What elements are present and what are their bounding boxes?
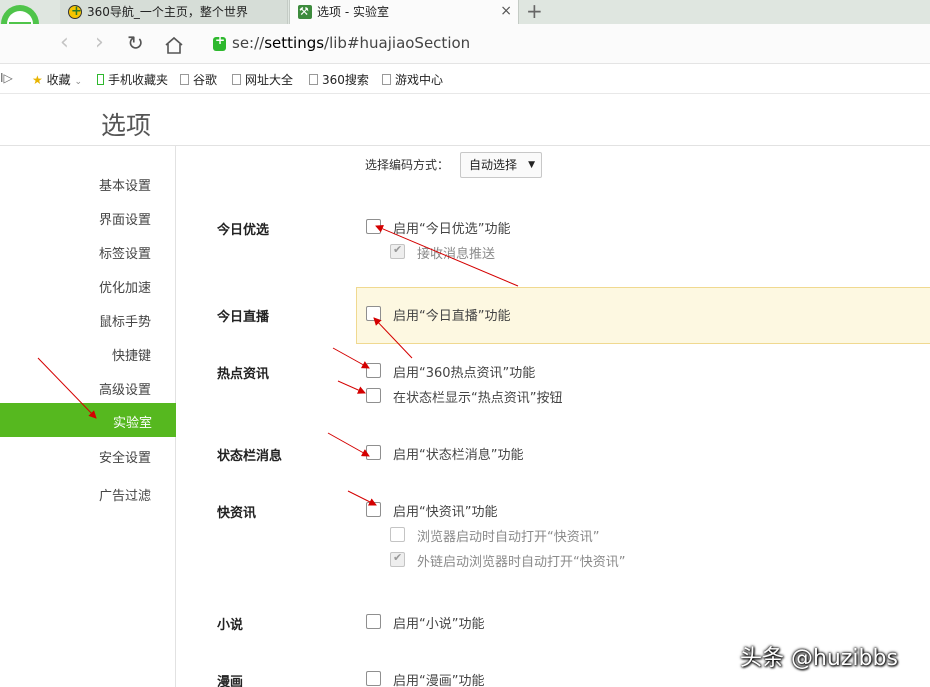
tab-options-lab[interactable]: 选项 - 实验室 × xyxy=(289,0,519,24)
address-bar[interactable]: se://settings/lib#huajiaoSection xyxy=(232,34,470,52)
sidebar-item-lab[interactable]: 实验室 xyxy=(0,403,176,437)
checkbox[interactable] xyxy=(366,502,381,517)
option-label: 启用“快资讯”功能 xyxy=(393,505,498,520)
checkbox[interactable] xyxy=(366,445,381,460)
browser-window: 360导航_一个主页，整个世界 选项 - 实验室 × + ‹ › ↻ se://… xyxy=(0,0,930,687)
option-label: 启用“360热点资讯”功能 xyxy=(393,366,536,381)
sidebar-item-tabs[interactable]: 标签设置 xyxy=(99,243,151,262)
checkbox[interactable] xyxy=(390,551,405,567)
bookmark-label: 360搜索 xyxy=(322,73,369,87)
checkbox[interactable] xyxy=(390,243,405,259)
close-tab-icon[interactable]: × xyxy=(500,0,512,22)
checkbox[interactable] xyxy=(366,363,381,378)
navigation-bar: ‹ › ↻ se://settings/lib#huajiaoSection xyxy=(0,24,930,64)
forward-icon[interactable]: › xyxy=(95,30,104,56)
bookmark-google[interactable]: 谷歌 xyxy=(180,71,217,88)
sidebar-item-optimize[interactable]: 优化加速 xyxy=(99,277,151,296)
bookmarks-bar: I▷ ★ 收藏 ⌄ 手机收藏夹 谷歌 网址大全 360搜索 游戏中心 xyxy=(0,64,930,94)
option-label: 启用“今日优选”功能 xyxy=(393,222,511,237)
tab-bar: 360导航_一个主页，整个世界 选项 - 实验室 × + xyxy=(0,0,930,24)
url-scheme: se:// xyxy=(232,34,265,52)
option-label: 启用“小说”功能 xyxy=(393,617,485,632)
page-icon xyxy=(309,74,318,85)
security-shield-icon[interactable] xyxy=(213,33,226,51)
encoding-label: 选择编码方式： xyxy=(365,158,450,172)
bookmark-label: 收藏 xyxy=(46,73,71,87)
encoding-value: 自动选择 xyxy=(469,158,518,172)
option-label: 在状态栏显示“热点资讯”按钮 xyxy=(393,391,563,406)
phone-icon xyxy=(97,74,104,85)
home-icon[interactable] xyxy=(164,36,184,54)
option-label: 启用“今日直播”功能 xyxy=(393,309,511,324)
arrow-to-hot-news-button xyxy=(337,380,366,394)
section-label-today-live: 今日直播 xyxy=(217,310,270,325)
checkbox[interactable] xyxy=(366,306,381,321)
checkbox[interactable] xyxy=(390,527,405,542)
chevron-down-icon: ⌄ xyxy=(74,77,82,87)
option-label: 启用“漫画”功能 xyxy=(393,674,485,687)
tab-360-navigation[interactable]: 360导航_一个主页，整个世界 xyxy=(60,0,288,24)
tab-title: 选项 - 实验室 xyxy=(317,5,389,19)
refresh-icon[interactable]: ↻ xyxy=(127,30,144,56)
section-label-comics: 漫画 xyxy=(217,675,244,687)
sidebar-item-shortcuts[interactable]: 快捷键 xyxy=(112,345,151,364)
new-tab-button[interactable]: + xyxy=(526,0,543,22)
checkbox[interactable] xyxy=(366,388,381,403)
arrow-to-statusbar-messages xyxy=(327,432,370,457)
sidebar-item-interface[interactable]: 界面设置 xyxy=(99,209,151,228)
bookmark-label: 游戏中心 xyxy=(395,73,444,87)
option-label: 外链启动浏览器时自动打开“快资讯” xyxy=(417,555,626,570)
wrench-icon xyxy=(298,1,312,23)
bookmark-label: 手机收藏夹 xyxy=(108,73,169,87)
page-icon xyxy=(232,74,241,85)
bookmark-360-search[interactable]: 360搜索 xyxy=(309,71,369,88)
page-icon xyxy=(180,74,189,85)
checkbox[interactable] xyxy=(366,614,381,629)
back-icon[interactable]: ‹ xyxy=(60,30,69,56)
tab-title: 360导航_一个主页，整个世界 xyxy=(87,5,248,19)
watermark: 头条 @huzibbs xyxy=(740,646,898,671)
bookmark-label: 谷歌 xyxy=(193,73,218,87)
option-label: 启用“状态栏消息”功能 xyxy=(393,448,524,463)
star-icon: ★ xyxy=(32,73,43,87)
settings-sidebar: 基本设置 界面设置 标签设置 优化加速 鼠标手势 快捷键 高级设置 实验室 安全… xyxy=(0,146,176,687)
360-nav-icon xyxy=(68,1,82,23)
sidebar-item-label: 实验室 xyxy=(112,416,152,431)
url-host: settings xyxy=(264,34,325,52)
bookmark-url-collection[interactable]: 网址大全 xyxy=(232,71,293,88)
encoding-select[interactable]: 自动选择 ▼ xyxy=(460,152,542,178)
page-title: 选项 xyxy=(101,111,152,140)
option-label: 接收消息推送 xyxy=(417,247,496,262)
sidebar-item-basic[interactable]: 基本设置 xyxy=(99,175,151,194)
sidebar-item-mouse-gestures[interactable]: 鼠标手势 xyxy=(99,311,151,330)
bookmark-game-center[interactable]: 游戏中心 xyxy=(382,71,443,88)
arrow-to-hot-news xyxy=(332,347,370,369)
section-label-today-picks: 今日优选 xyxy=(217,223,270,238)
bookmark-favorites[interactable]: ★ 收藏 ⌄ xyxy=(32,71,82,88)
bookmark-mobile[interactable]: 手机收藏夹 xyxy=(97,71,168,88)
bookmark-label: 网址大全 xyxy=(245,73,294,87)
page-icon xyxy=(382,74,391,85)
url-path: /lib#huajiaoSection xyxy=(324,34,471,52)
section-label-novels: 小说 xyxy=(217,618,244,633)
checkbox[interactable] xyxy=(366,671,381,686)
sidebar-item-adblock[interactable]: 广告过滤 xyxy=(99,485,151,504)
checkbox[interactable] xyxy=(366,219,381,234)
bookmarks-collapse-icon[interactable]: I▷ xyxy=(0,71,13,85)
option-label: 浏览器启动时自动打开“快资讯” xyxy=(417,530,600,545)
section-label-quick-news: 快资讯 xyxy=(217,506,257,521)
sidebar-item-advanced[interactable]: 高级设置 xyxy=(99,379,151,398)
section-label-statusbar-messages: 状态栏消息 xyxy=(217,449,283,464)
dropdown-arrow-icon: ▼ xyxy=(528,160,535,170)
sidebar-item-security[interactable]: 安全设置 xyxy=(99,447,151,466)
section-label-hot-news: 热点资讯 xyxy=(217,367,270,382)
